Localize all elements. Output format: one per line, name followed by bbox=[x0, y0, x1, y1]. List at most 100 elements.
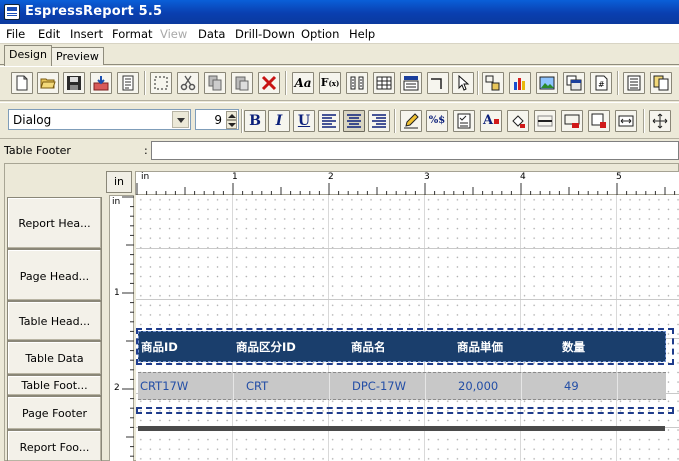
export-button[interactable] bbox=[90, 72, 112, 94]
header-selection-frame bbox=[136, 328, 674, 365]
checklist-icon bbox=[457, 113, 471, 129]
paint-bucket-icon bbox=[512, 115, 525, 128]
border-line-icon bbox=[537, 115, 553, 127]
query-button[interactable] bbox=[623, 72, 645, 94]
resize-button[interactable] bbox=[615, 110, 637, 132]
menu-help[interactable]: Help bbox=[349, 27, 375, 41]
section-page-footer[interactable]: Page Footer bbox=[7, 396, 102, 430]
font-family-combo[interactable]: Dialog bbox=[8, 109, 191, 130]
unit-toggle-button[interactable]: in bbox=[106, 171, 132, 193]
align-right-button[interactable] bbox=[368, 110, 390, 132]
menu-data[interactable]: Data bbox=[198, 27, 225, 41]
data-cell[interactable]: DPC-17W bbox=[352, 379, 406, 393]
section-divider bbox=[136, 299, 679, 300]
window-title: EspressReport 5.5 bbox=[25, 4, 163, 19]
ruler-h-label: 2 bbox=[328, 172, 334, 182]
app-icon bbox=[4, 4, 20, 20]
menu-edit[interactable]: Edit bbox=[38, 27, 60, 41]
italic-button[interactable]: I bbox=[268, 110, 290, 132]
bold-button[interactable]: B bbox=[244, 110, 266, 132]
menu-option[interactable]: Option bbox=[301, 27, 339, 41]
insert-subreport-button[interactable] bbox=[400, 72, 422, 94]
insert-crosstab-button[interactable] bbox=[563, 72, 585, 94]
paste-button[interactable] bbox=[231, 72, 253, 94]
data-cell[interactable]: 20,000 bbox=[458, 379, 498, 393]
menu-format[interactable]: Format bbox=[112, 27, 153, 41]
new-report-button[interactable] bbox=[11, 72, 33, 94]
table-data-band[interactable]: CRT17W CRT DPC-17W 20,000 49 bbox=[138, 372, 666, 401]
border-bottom-button[interactable] bbox=[534, 110, 556, 132]
toolbar-separator bbox=[643, 109, 645, 133]
folder-open-icon bbox=[40, 78, 56, 89]
border-color-button[interactable] bbox=[561, 110, 583, 132]
menu-insert[interactable]: Insert bbox=[70, 27, 103, 41]
edit-text-button[interactable] bbox=[400, 110, 422, 132]
font-size-spinner[interactable]: 9 bbox=[195, 109, 239, 130]
menu-file[interactable]: File bbox=[6, 27, 25, 41]
tab-preview[interactable]: Preview bbox=[51, 47, 104, 65]
align-center-button[interactable] bbox=[343, 110, 365, 132]
tab-design[interactable]: Design bbox=[4, 45, 52, 66]
drill-down-button[interactable] bbox=[482, 72, 504, 94]
ruler-h-label: 1 bbox=[232, 172, 238, 182]
toolbar-separator bbox=[394, 109, 396, 133]
toolbar-separator bbox=[285, 71, 287, 95]
data-mapping-button[interactable] bbox=[453, 110, 475, 132]
data-cell[interactable]: 49 bbox=[564, 379, 579, 393]
pointer-button[interactable] bbox=[452, 72, 474, 94]
page-number-icon: # bbox=[595, 75, 608, 91]
section-label: Table Foot... bbox=[21, 379, 88, 392]
report-properties-button[interactable] bbox=[117, 72, 139, 94]
toolbar-separator bbox=[144, 71, 146, 95]
selected-section-label: Table Footer bbox=[4, 144, 71, 157]
property-colon: : bbox=[144, 144, 148, 157]
subreport-icon bbox=[403, 76, 419, 91]
spin-up-icon[interactable] bbox=[226, 111, 237, 120]
insert-label-button[interactable]: Aa bbox=[292, 72, 314, 94]
property-value-input[interactable] bbox=[151, 141, 679, 160]
data-cell[interactable]: CRT bbox=[246, 379, 268, 393]
copy-button[interactable] bbox=[204, 72, 226, 94]
chevron-down-icon[interactable] bbox=[172, 111, 189, 128]
save-button[interactable] bbox=[63, 72, 85, 94]
select-region-button[interactable] bbox=[150, 72, 172, 94]
underline-button[interactable]: U bbox=[293, 110, 315, 132]
spin-down-icon[interactable] bbox=[226, 120, 237, 129]
section-label: Report Foo... bbox=[19, 441, 90, 454]
open-button[interactable] bbox=[37, 72, 59, 94]
background-color-icon bbox=[591, 113, 606, 128]
insert-line-button[interactable] bbox=[427, 72, 449, 94]
border-color-icon bbox=[564, 114, 580, 128]
move-button[interactable] bbox=[649, 110, 671, 132]
column-separator bbox=[233, 373, 234, 401]
insert-chart-button[interactable] bbox=[509, 72, 531, 94]
delete-button[interactable] bbox=[258, 72, 280, 94]
align-left-button[interactable] bbox=[318, 110, 340, 132]
section-table-header[interactable]: Table Head... bbox=[7, 301, 102, 341]
section-label: Page Footer bbox=[21, 407, 88, 420]
underline-u-icon: U bbox=[297, 113, 311, 129]
insert-image-button[interactable] bbox=[536, 72, 558, 94]
insert-column-button[interactable] bbox=[346, 72, 368, 94]
font-color-button[interactable]: A bbox=[480, 110, 502, 132]
data-cell[interactable]: CRT17W bbox=[140, 379, 188, 393]
cut-button[interactable] bbox=[177, 72, 199, 94]
design-canvas[interactable]: 商品ID 商品区分ID 商品名 商品単価 数量 CRT17W CRT DPC-1… bbox=[136, 195, 679, 461]
section-page-header[interactable]: Page Head... bbox=[7, 249, 102, 301]
ruler-v-label: 1 bbox=[114, 288, 120, 298]
insert-table-button[interactable] bbox=[373, 72, 395, 94]
data-source-button[interactable] bbox=[650, 72, 672, 94]
section-table-footer[interactable]: Table Foot... bbox=[7, 375, 102, 396]
number-format-button[interactable]: %$ bbox=[426, 110, 448, 132]
section-report-footer[interactable]: Report Foo... bbox=[7, 430, 102, 461]
section-report-header[interactable]: Report Hea... bbox=[7, 197, 102, 249]
scissors-icon bbox=[180, 75, 196, 91]
menu-drill-down[interactable]: Drill-Down bbox=[235, 27, 295, 41]
stacked-docs-icon bbox=[653, 75, 669, 91]
insert-formula-button[interactable]: F(x) bbox=[319, 72, 341, 94]
fill-color-button[interactable] bbox=[507, 110, 529, 132]
background-color-button[interactable] bbox=[588, 110, 610, 132]
table-footer-band[interactable] bbox=[136, 407, 674, 414]
insert-page-number-button[interactable]: # bbox=[590, 72, 612, 94]
section-table-data[interactable]: Table Data bbox=[7, 341, 102, 375]
